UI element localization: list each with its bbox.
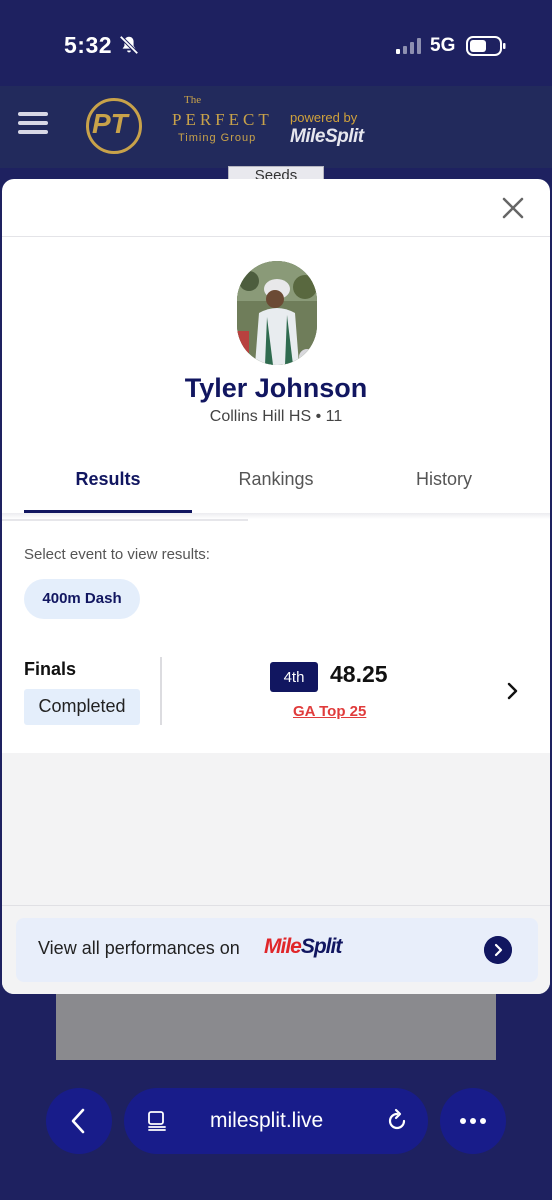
signal-icon [396, 38, 421, 54]
logo-timing-group: Timing Group [178, 132, 257, 144]
athlete-tabs: Results Rankings History [24, 463, 528, 513]
more-button[interactable] [440, 1088, 506, 1154]
status-time: 5:32 [64, 32, 113, 58]
powered-by-label: powered by [290, 110, 358, 125]
ga-top-25-link[interactable]: GA Top 25 [293, 703, 366, 720]
address-bar[interactable]: milesplit.live [124, 1088, 428, 1154]
network-label: 5G [430, 35, 456, 56]
view-all-label: View all performances on [38, 938, 240, 958]
result-divider [160, 657, 162, 725]
pt-monogram: PT [92, 108, 128, 139]
place-badge: 4th [270, 662, 318, 692]
tab-results[interactable]: Results [24, 463, 192, 513]
reload-icon[interactable] [384, 1108, 410, 1134]
page-menu-icon[interactable] [146, 1110, 168, 1132]
more-dots-icon [460, 1118, 486, 1124]
modal-divider [2, 236, 550, 237]
empty-results-area [2, 753, 550, 905]
round-name: Finals [24, 659, 77, 679]
status-bar: 5:32 5G [0, 0, 552, 86]
tab-rankings[interactable]: Rankings [192, 463, 360, 513]
milesplit-logo-mile: Mile [264, 935, 302, 958]
browser-toolbar: milesplit.live [0, 1064, 552, 1200]
close-icon[interactable] [500, 195, 526, 221]
menu-icon[interactable] [18, 112, 48, 138]
view-all-performances-button[interactable]: View all performances on MileSplit [16, 918, 538, 982]
background-block [56, 994, 496, 1060]
arrow-right-icon [484, 936, 512, 964]
milesplit-logo-split: Split [300, 935, 342, 958]
result-mark: 48.25 [330, 661, 388, 687]
athlete-modal: Tyler Johnson Collins Hill HS • 11 Resul… [2, 179, 550, 994]
athlete-school-grade: Collins Hill HS • 11 [209, 408, 343, 425]
back-button[interactable] [46, 1088, 112, 1154]
logo-perfect: PERFECT [172, 110, 273, 129]
chevron-right-icon[interactable] [504, 681, 520, 701]
url-text: milesplit.live [210, 1109, 324, 1132]
event-chip-400m-dash[interactable]: 400m Dash [24, 579, 140, 619]
chevron-left-icon [71, 1108, 85, 1134]
select-event-label: Select event to view results: [24, 546, 210, 563]
milesplit-logo: MileSplit [264, 935, 342, 959]
avatar [237, 261, 317, 365]
status-badge: Completed [24, 689, 140, 725]
tab-history[interactable]: History [360, 463, 528, 513]
result-row-finals[interactable]: Finals Completed 4th 48.25 GA Top 25 [2, 649, 550, 733]
milesplit-header-logo: MileSplit [290, 126, 364, 147]
app-header: PT The PERFECT Timing Group powered by M… [0, 86, 552, 168]
tabs-sub-line [2, 519, 248, 521]
athlete-name: Tyler Johnson [184, 373, 368, 403]
battery-icon [466, 36, 506, 56]
perfect-timing-logo[interactable]: PT The PERFECT Timing Group [70, 92, 282, 160]
logo-the: The [184, 94, 202, 106]
bell-muted-icon [119, 35, 139, 55]
